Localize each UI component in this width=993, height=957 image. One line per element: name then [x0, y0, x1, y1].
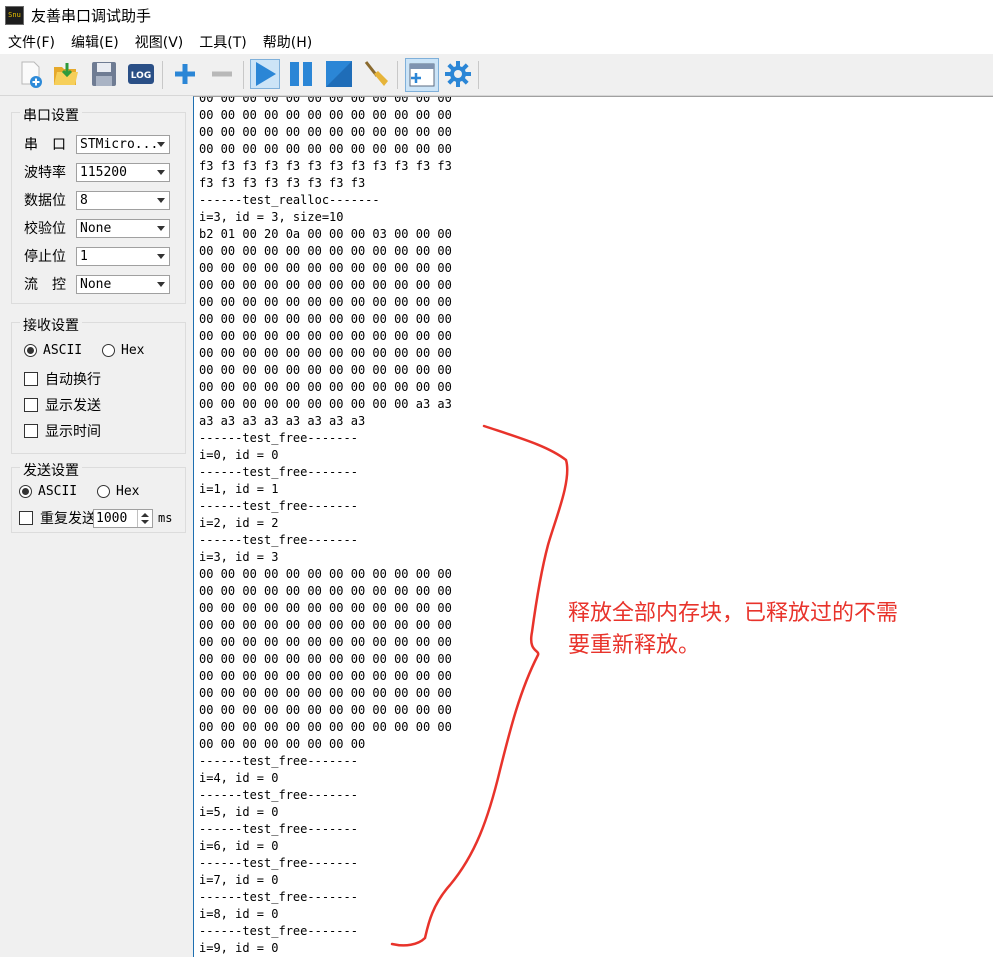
settings-gear-icon[interactable]: [443, 59, 473, 89]
flow-value: None: [80, 276, 112, 292]
port-label: 串 口: [24, 137, 66, 153]
log-icon[interactable]: LOG: [126, 59, 156, 89]
interval-unit: ms: [158, 511, 173, 525]
stop-bits-value: 1: [80, 248, 88, 264]
baud-value: 115200: [80, 164, 127, 180]
menu-help[interactable]: 帮助(H): [255, 32, 320, 52]
annotation-line-1: 释放全部内存块，已释放过的不需: [568, 601, 899, 626]
menu-tools[interactable]: 工具(T): [191, 32, 254, 52]
send-ascii-label: ASCII: [38, 484, 78, 499]
receive-settings-title: 接收设置: [20, 315, 82, 335]
send-hex-radio[interactable]: [97, 485, 110, 498]
port-select[interactable]: STMicro...: [76, 134, 170, 154]
receive-ascii-radio[interactable]: [24, 344, 37, 357]
toolbar: LOG: [0, 55, 993, 96]
stop-bits-select[interactable]: 1: [76, 246, 170, 266]
send-settings-group: 发送设置 ASCII Hex 重复发送 1000 ms: [11, 460, 186, 533]
show-send-label: 显示发送: [45, 398, 101, 414]
add-window-icon[interactable]: [405, 58, 439, 92]
chevron-down-icon: [157, 225, 165, 231]
receive-settings-group: 接收设置 ASCII Hex 自动换行 显示发送 显示时间: [11, 315, 186, 454]
parity-value: None: [80, 220, 112, 236]
svg-text:LOG: LOG: [131, 71, 151, 81]
app-icon: Snu: [5, 5, 24, 25]
parity-select[interactable]: None: [76, 218, 170, 238]
parity-label: 校验位: [24, 221, 66, 237]
receive-ascii-label: ASCII: [43, 343, 83, 358]
chevron-down-icon: [157, 141, 165, 147]
show-time-label: 显示时间: [45, 424, 101, 440]
save-icon[interactable]: [89, 59, 119, 89]
stop-icon[interactable]: [324, 59, 354, 89]
pause-icon[interactable]: [286, 59, 316, 89]
stepper-arrows-icon[interactable]: [137, 509, 152, 527]
serial-settings-title: 串口设置: [20, 105, 82, 125]
clear-broom-icon[interactable]: [361, 59, 391, 89]
remove-icon[interactable]: [207, 59, 237, 89]
start-icon[interactable]: [250, 59, 280, 89]
chevron-down-icon: [157, 197, 165, 203]
port-value: STMicro...: [80, 136, 159, 152]
chevron-down-icon: [157, 281, 165, 287]
interval-value: 1000: [96, 510, 128, 526]
menu-view[interactable]: 视图(V): [127, 32, 192, 52]
menu-bar: 文件(F) 编辑(E) 视图(V) 工具(T) 帮助(H): [0, 30, 993, 54]
data-bits-label: 数据位: [24, 193, 66, 209]
settings-panel: 串口设置 串 口 STMicro... 波特率 115200 数据位 8 校验位…: [0, 96, 192, 957]
menu-file[interactable]: 文件(F): [0, 32, 63, 52]
receive-text: 00 00 00 00 00 00 00 00 00 00 00 00 00 0…: [199, 96, 452, 955]
data-bits-value: 8: [80, 192, 88, 208]
auto-wrap-label: 自动换行: [45, 372, 101, 388]
repeat-send-checkbox[interactable]: [19, 511, 33, 525]
serial-settings-group: 串口设置 串 口 STMicro... 波特率 115200 数据位 8 校验位…: [11, 105, 186, 304]
interval-stepper[interactable]: 1000: [93, 508, 153, 528]
chevron-down-icon: [157, 253, 165, 259]
flow-label: 流 控: [24, 277, 66, 293]
chevron-down-icon: [157, 169, 165, 175]
receive-hex-radio[interactable]: [102, 344, 115, 357]
show-time-checkbox[interactable]: [24, 424, 38, 438]
send-hex-label: Hex: [116, 484, 140, 499]
add-icon[interactable]: [170, 59, 200, 89]
annotation-line-2: 要重新释放。: [568, 633, 701, 658]
open-folder-icon[interactable]: [51, 59, 81, 89]
send-ascii-radio[interactable]: [19, 485, 32, 498]
window-title: 友善串口调试助手: [31, 6, 152, 25]
title-bar: Snu 友善串口调试助手: [0, 0, 993, 30]
repeat-send-label: 重复发送: [40, 511, 93, 527]
baud-select[interactable]: 115200: [76, 162, 170, 182]
stop-bits-label: 停止位: [24, 249, 66, 265]
receive-hex-label: Hex: [121, 343, 145, 358]
annotation-note: 释放全部内存块，已释放过的不需 要重新释放。: [568, 598, 988, 662]
flow-select[interactable]: None: [76, 274, 170, 294]
receive-textarea[interactable]: 00 00 00 00 00 00 00 00 00 00 00 00 00 0…: [193, 96, 993, 957]
show-send-checkbox[interactable]: [24, 398, 38, 412]
auto-wrap-checkbox[interactable]: [24, 372, 38, 386]
baud-label: 波特率: [24, 165, 66, 181]
menu-edit[interactable]: 编辑(E): [63, 32, 127, 52]
send-settings-title: 发送设置: [20, 460, 82, 480]
new-file-icon[interactable]: [16, 59, 46, 89]
data-bits-select[interactable]: 8: [76, 190, 170, 210]
